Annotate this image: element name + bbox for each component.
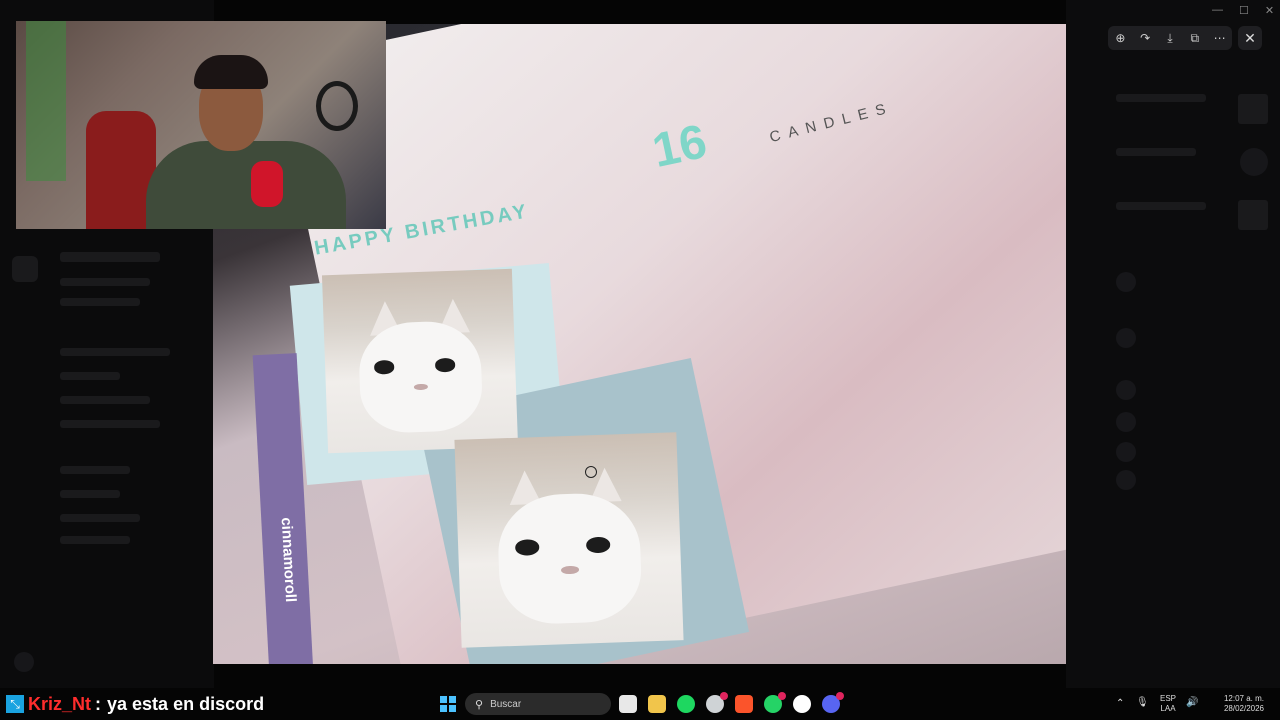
title-number: 16 [648, 115, 712, 178]
whatsapp-icon[interactable] [764, 692, 786, 713]
cat-face [357, 319, 484, 435]
channel-placeholder [60, 396, 150, 404]
language-indicator[interactable]: ESP LAA [1160, 694, 1176, 714]
channel-placeholder [60, 372, 120, 380]
minimize-icon[interactable]: — [1212, 4, 1223, 17]
channel-placeholder [60, 466, 130, 474]
game-icon [1240, 148, 1268, 176]
discord-background-right [1066, 0, 1280, 688]
cat-nose [561, 566, 579, 575]
cat-eye [585, 536, 611, 553]
close-viewer-button[interactable]: ✕ [1238, 26, 1262, 50]
forward-icon[interactable]: ↷ [1136, 31, 1154, 45]
windows-start-icon[interactable] [440, 696, 456, 712]
steam-icon[interactable] [793, 695, 811, 713]
clock-time: 12:07 a. m. [1223, 694, 1264, 703]
cat-eye [434, 358, 456, 373]
member-avatar [1116, 272, 1136, 292]
server-icon [12, 256, 38, 282]
member-avatar [1116, 412, 1136, 432]
clock-date: 28/02/2026 [1223, 704, 1264, 713]
wall-decoration [26, 21, 66, 181]
open-external-icon[interactable]: ⧉ [1186, 31, 1204, 46]
cat-eye [373, 360, 395, 375]
channel-placeholder [60, 278, 150, 286]
brave-browser-icon[interactable] [735, 695, 753, 713]
notification-badge [778, 692, 786, 700]
speaker-icon[interactable]: 🔊 [1186, 697, 1198, 708]
channel-placeholder [60, 490, 120, 498]
game-icon [1238, 200, 1268, 230]
clock[interactable]: 12:07 a. m. 28/02/2026 [1212, 694, 1264, 714]
member-placeholder [1116, 148, 1196, 156]
person-shirt [146, 141, 346, 229]
microphone-icon[interactable]: 🎙 [1136, 697, 1149, 708]
chat-username: Kriz_Nt [28, 693, 92, 714]
member-avatar [1116, 380, 1136, 400]
zoom-in-icon[interactable]: ⊕ [1111, 31, 1129, 45]
notification-badge [836, 692, 844, 700]
file-explorer-icon[interactable] [648, 695, 666, 713]
chat-separator: : [95, 693, 102, 714]
spotify-icon[interactable] [677, 695, 695, 713]
channel-placeholder [60, 252, 160, 262]
taskbar-search[interactable]: ⚲ Buscar [465, 693, 611, 715]
game-icon [1238, 94, 1268, 124]
ruler-label: cinnamoroll [277, 516, 300, 603]
download-icon[interactable]: ⤓ [1161, 31, 1179, 46]
chevron-up-icon[interactable]: ⌃ [1116, 698, 1124, 709]
member-avatar [1116, 328, 1136, 348]
zoom-cursor-icon [585, 466, 597, 478]
language-code: ESP [1160, 694, 1177, 703]
app-icon[interactable] [706, 692, 728, 713]
more-icon[interactable]: ⋯ [1211, 31, 1229, 45]
taskbar: ⚲ Buscar ⌃ 🎙 ESP LAA 🔊 12:07 a. m. 28/02… [420, 688, 1280, 720]
cat-face [496, 491, 643, 626]
window-controls: — ☐ ✕ [1212, 4, 1274, 17]
search-placeholder: Buscar [490, 698, 522, 710]
chat-message: ya esta en discord [107, 693, 265, 714]
system-tray: ⌃ 🎙 ESP LAA 🔊 12:07 a. m. 28/02/2026 [1114, 688, 1280, 720]
stream-chat-overlay: ⤡ Kriz_Nt : ya esta en discord [0, 688, 264, 720]
keyboard-layout: LAA [1160, 704, 1176, 713]
store-icon[interactable] [619, 695, 637, 713]
discord-icon[interactable] [822, 692, 844, 713]
viewer-toolbar: ⊕ ↷ ⤓ ⧉ ⋯ [1108, 26, 1232, 50]
member-placeholder [1116, 94, 1206, 102]
cat-eye [514, 539, 540, 556]
person-hair [194, 55, 268, 89]
member-avatar [1116, 470, 1136, 490]
channel-placeholder [60, 536, 130, 544]
notification-badge [720, 692, 728, 700]
cat-sticker [321, 268, 519, 454]
cat-sticker [454, 432, 684, 648]
user-avatar [14, 652, 34, 672]
webcam-overlay [16, 21, 386, 229]
member-placeholder [1116, 202, 1206, 210]
cat-nose [413, 383, 429, 391]
channel-placeholder [60, 420, 160, 428]
microphone [251, 161, 283, 207]
channel-placeholder [60, 298, 140, 306]
headphones [316, 81, 358, 131]
member-avatar [1116, 442, 1136, 462]
search-icon: ⚲ [475, 698, 484, 711]
channel-placeholder [60, 348, 170, 356]
chat-platform-icon: ⤡ [6, 695, 24, 713]
maximize-icon[interactable]: ☐ [1239, 4, 1249, 17]
channel-placeholder [60, 514, 140, 522]
window-close-icon[interactable]: ✕ [1265, 4, 1274, 17]
